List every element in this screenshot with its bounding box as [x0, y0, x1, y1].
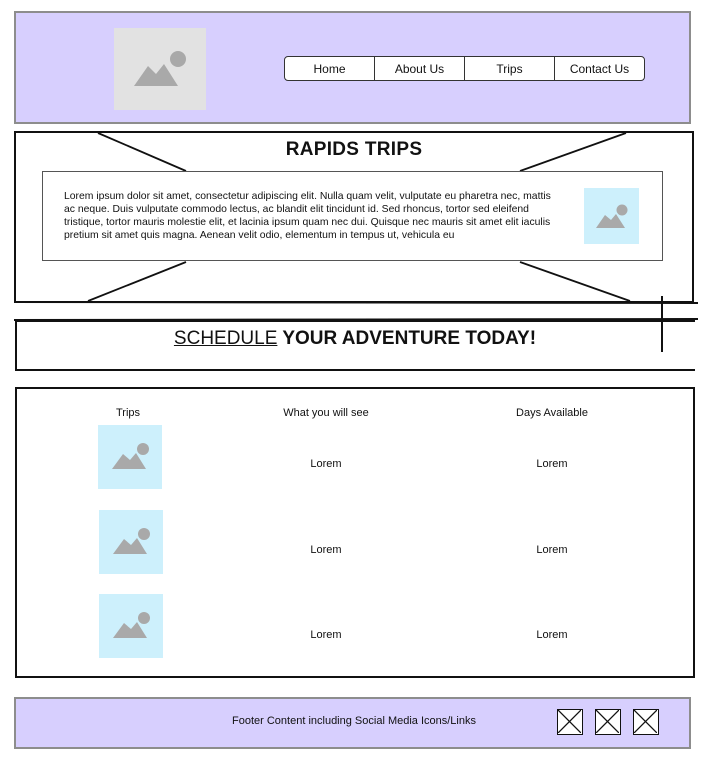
image-placeholder-icon — [134, 51, 186, 86]
trip-image-placeholder[interactable] — [98, 425, 162, 489]
trip-image-placeholder[interactable] — [99, 510, 163, 574]
trip-sights-cell: Lorem — [310, 629, 342, 641]
footer-text: Footer Content including Social Media Ic… — [232, 715, 476, 727]
trip-days-cell: Lorem — [536, 458, 568, 470]
hero-title: RAPIDS TRIPS — [285, 139, 423, 160]
trip-sights-cell: Lorem — [310, 458, 342, 470]
hero-image-placeholder — [584, 188, 639, 244]
trip-days-cell: Lorem — [536, 629, 568, 641]
x-placeholder-icon — [557, 709, 582, 734]
social-link-1-icon[interactable] — [557, 709, 583, 735]
trip-sights-cell: Lorem — [310, 544, 342, 556]
column-header-what-you-will-see: What you will see — [283, 407, 369, 419]
hero-paragraph: Lorem ipsum dolor sit amet, consectetur … — [64, 191, 551, 241]
image-placeholder-icon — [112, 443, 149, 469]
x-placeholder-icon — [595, 709, 620, 734]
nav-home[interactable]: Home — [285, 57, 374, 80]
image-placeholder-icon — [113, 612, 150, 638]
trip-days-cell: Lorem — [536, 544, 568, 556]
nav-contact-us[interactable]: Contact Us — [554, 57, 644, 80]
nav-trips[interactable]: Trips — [464, 57, 554, 80]
column-header-trips: Trips — [115, 407, 141, 419]
logo-placeholder[interactable] — [114, 28, 206, 110]
schedule-heading-underlined[interactable]: SCHEDULE — [174, 328, 277, 349]
social-link-3-icon[interactable] — [633, 709, 659, 735]
image-placeholder-icon — [596, 204, 628, 228]
schedule-heading: SCHEDULE YOUR ADVENTURE TODAY! — [15, 328, 695, 350]
x-placeholder-icon — [633, 709, 658, 734]
social-link-2-icon[interactable] — [595, 709, 621, 735]
schedule-heading-rest: YOUR ADVENTURE TODAY! — [277, 328, 537, 349]
image-placeholder-icon — [113, 528, 150, 554]
main-nav: Home About Us Trips Contact Us — [284, 56, 645, 81]
trip-image-placeholder[interactable] — [99, 594, 163, 658]
nav-about-us[interactable]: About Us — [374, 57, 464, 80]
column-header-days-available: Days Available — [516, 407, 588, 419]
